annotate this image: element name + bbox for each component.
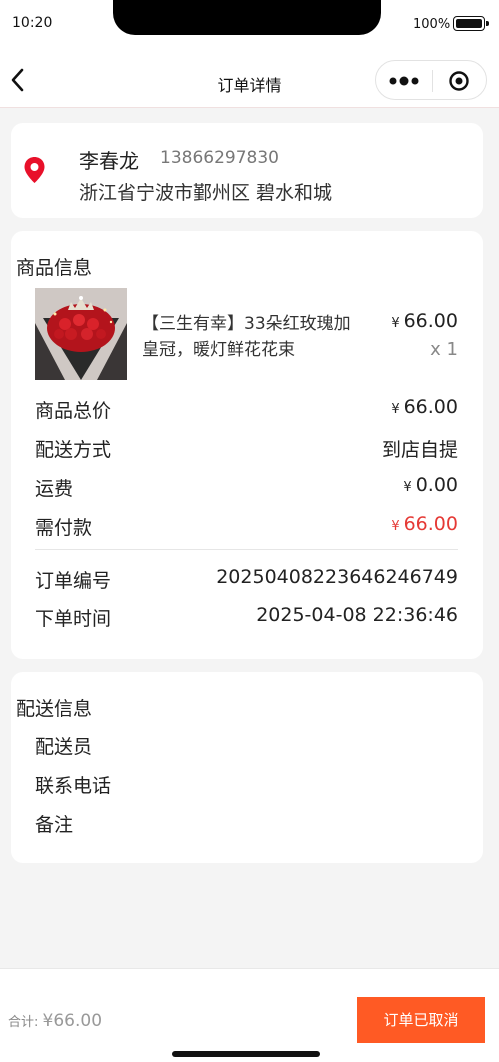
location-pin-icon <box>24 157 45 183</box>
device-notch <box>113 0 381 35</box>
subtotal-value: ¥66.00 <box>391 396 458 418</box>
battery-icon <box>453 16 489 31</box>
recipient-address: 浙江省宁波市鄞州区 碧水和城 <box>79 182 333 204</box>
mini-program-capsule <box>375 60 487 100</box>
summary-row-delivery-method: 配送方式 到店自提 <box>35 435 458 461</box>
delivery-method-value: 到店自提 <box>381 439 458 461</box>
amount-due-label: 需付款 <box>35 517 93 539</box>
recipient-name: 李春龙 <box>79 149 139 173</box>
order-cancelled-button[interactable]: 订单已取消 <box>357 997 485 1043</box>
courier-label: 配送员 <box>35 736 93 758</box>
courier-row: 配送员 <box>35 732 458 758</box>
remark-label: 备注 <box>35 814 74 836</box>
status-bar: 10:20 100% <box>0 0 499 50</box>
amount-due-amount: 66.00 <box>403 513 458 535</box>
product-name[interactable]: 【三生有幸】33朵红玫瑰加皇冠，暖灯鲜花花束 <box>142 311 362 363</box>
status-time: 10:20 <box>12 15 53 31</box>
shipping-fee-amount: 0.00 <box>415 474 458 496</box>
summary-divider <box>35 549 458 550</box>
rose-bouquet-image <box>35 288 127 380</box>
subtotal-label: 商品总价 <box>35 400 112 422</box>
order-number-label: 订单编号 <box>35 570 112 592</box>
shipping-fee-label: 运费 <box>35 478 74 500</box>
remark-row: 备注 <box>35 810 458 836</box>
order-number-row: 订单编号 20250408223646246749 <box>35 566 458 592</box>
contact-phone-label: 联系电话 <box>35 775 112 797</box>
address-card[interactable]: 李春龙 13866297830 浙江省宁波市鄞州区 碧水和城 <box>11 123 483 218</box>
delivery-info-card: 配送信息 配送员 联系电话 备注 <box>11 672 483 863</box>
summary-row-subtotal: 商品总价 ¥66.00 <box>35 396 458 422</box>
battery-percent: 100% <box>413 17 451 32</box>
total-label: 合计: <box>8 1015 39 1030</box>
product-price: ¥66.00 <box>391 310 458 332</box>
product-image[interactable] <box>35 288 127 380</box>
bottom-action-bar: 合计: ¥66.00 订单已取消 <box>0 968 499 1062</box>
order-time-row: 下单时间 2025-04-08 22:36:46 <box>35 604 458 630</box>
capsule-divider <box>432 70 433 92</box>
shipping-fee-symbol: ¥ <box>403 480 412 495</box>
home-indicator[interactable] <box>172 1051 320 1057</box>
total-amount: ¥66.00 <box>42 1011 103 1031</box>
product-quantity: x 1 <box>430 339 458 360</box>
order-time-label: 下单时间 <box>35 608 112 630</box>
delivery-section-title: 配送信息 <box>16 698 93 720</box>
subtotal-amount: 66.00 <box>403 396 458 418</box>
close-circle-icon[interactable] <box>448 70 470 92</box>
summary-row-amount-due: 需付款 ¥66.00 <box>35 513 458 539</box>
contact-phone-row: 联系电话 <box>35 771 458 797</box>
recipient-phone: 13866297830 <box>160 148 279 168</box>
amount-due-value: ¥66.00 <box>391 513 458 535</box>
goods-section-title: 商品信息 <box>16 257 93 279</box>
subtotal-symbol: ¥ <box>391 402 400 417</box>
goods-info-card: 商品信息 【三生有幸】33朵红玫瑰加皇冠，暖灯鲜花花束 ¥66.00 x 1 商… <box>11 231 483 659</box>
shipping-fee-value: ¥0.00 <box>403 474 458 496</box>
order-time-value: 2025-04-08 22:36:46 <box>256 604 458 626</box>
summary-row-shipping-fee: 运费 ¥0.00 <box>35 474 458 500</box>
product-price-symbol: ¥ <box>391 316 400 331</box>
nav-bar: 订单详情 <box>0 50 499 108</box>
product-price-value: 66.00 <box>403 310 458 332</box>
order-total: 合计: ¥66.00 <box>8 1011 102 1031</box>
order-number-value[interactable]: 20250408223646246749 <box>216 566 458 588</box>
amount-due-symbol: ¥ <box>391 519 400 534</box>
delivery-method-label: 配送方式 <box>35 439 112 461</box>
more-dots-icon[interactable] <box>388 73 422 89</box>
